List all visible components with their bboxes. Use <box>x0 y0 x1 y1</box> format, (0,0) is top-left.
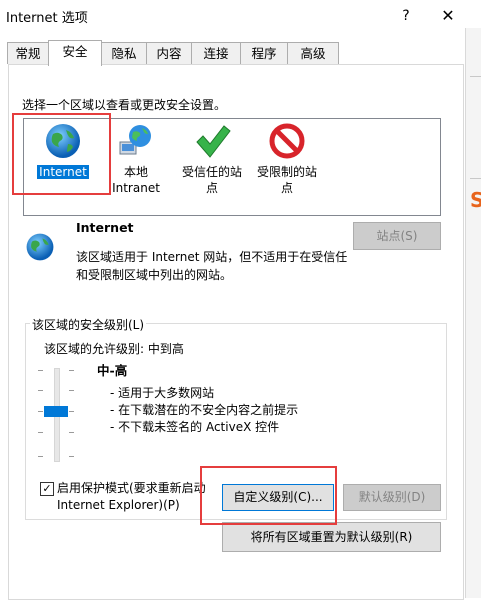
window-title: Internet 选项 <box>6 11 88 26</box>
red-prohibited-icon <box>268 122 306 160</box>
level-description-3: - 不下载未签名的 ActiveX 控件 <box>110 420 280 434</box>
annotation-highlight-internet <box>12 113 111 195</box>
info-globe-icon <box>25 232 55 262</box>
allowed-levels-text: 该区域的允许级别: 中到高 <box>44 342 184 356</box>
strip-divider <box>470 76 481 77</box>
zone-restricted-label-line1: 受限制的站 <box>256 165 317 179</box>
slider-tick <box>38 432 43 433</box>
strip-divider <box>470 178 481 179</box>
annotation-highlight-custom-level <box>200 466 337 525</box>
level-description-1: - 适用于大多数网站 <box>110 386 215 400</box>
tab-programs[interactable]: 程序 <box>240 42 288 64</box>
zone-local-intranet[interactable]: 本地 Intranet <box>103 122 169 196</box>
zone-trusted-label-line2: 点 <box>205 181 218 195</box>
slider-tick <box>38 390 43 391</box>
security-level-name: 中-高 <box>97 363 128 378</box>
tab-connections[interactable]: 连接 <box>191 42 241 64</box>
protected-mode-checkbox[interactable]: ✓ <box>40 482 54 496</box>
zone-prompt: 选择一个区域以查看或更改安全设置。 <box>22 98 227 112</box>
tab-advanced[interactable]: 高级 <box>287 42 339 64</box>
protected-mode-label[interactable]: 启用保护模式(要求重新启动 Internet Explorer)(P) <box>57 480 217 514</box>
zone-info-description: 该区域适用于 Internet 网站，但不适用于在受信任和受限制区域中列出的网站… <box>76 250 348 282</box>
help-button[interactable]: ? <box>393 4 419 28</box>
slider-tick <box>69 390 74 391</box>
strip-decoration: S <box>470 188 481 212</box>
tab-content[interactable]: 内容 <box>146 42 192 64</box>
zone-intranet-label-line2: Intranet <box>112 181 160 195</box>
slider-tick <box>69 411 74 412</box>
slider-tick <box>38 456 43 457</box>
security-slider-thumb[interactable] <box>44 406 68 417</box>
slider-tick <box>69 456 74 457</box>
zone-restricted-label-line2: 点 <box>280 181 293 195</box>
background-window-strip <box>465 28 481 598</box>
zone-trusted-label-line1: 受信任的站 <box>181 165 242 179</box>
slider-tick <box>38 370 43 371</box>
security-level-legend: 该区域的安全级别(L) <box>30 316 147 333</box>
default-level-button[interactable]: 默认级别(D) <box>343 484 441 511</box>
zone-info-title: Internet <box>76 220 134 235</box>
green-check-icon <box>193 122 231 160</box>
sites-button[interactable]: 站点(S) <box>353 222 441 250</box>
slider-tick <box>38 411 43 412</box>
slider-tick <box>69 432 74 433</box>
intranet-globe-icon <box>117 122 155 160</box>
close-button[interactable]: ✕ <box>433 4 463 28</box>
tab-general[interactable]: 常规 <box>7 42 49 64</box>
zone-trusted-sites[interactable]: 受信任的站 点 <box>176 122 248 196</box>
tab-privacy[interactable]: 隐私 <box>101 42 147 64</box>
zone-intranet-label-line1: 本地 <box>123 165 148 179</box>
reset-all-zones-button[interactable]: 将所有区域重置为默认级别(R) <box>222 522 441 552</box>
level-description-2: - 在下载潜在的不安全内容之前提示 <box>110 403 299 417</box>
slider-tick <box>69 370 74 371</box>
tab-security[interactable]: 安全 <box>48 40 102 66</box>
zone-restricted-sites[interactable]: 受限制的站 点 <box>251 122 323 196</box>
